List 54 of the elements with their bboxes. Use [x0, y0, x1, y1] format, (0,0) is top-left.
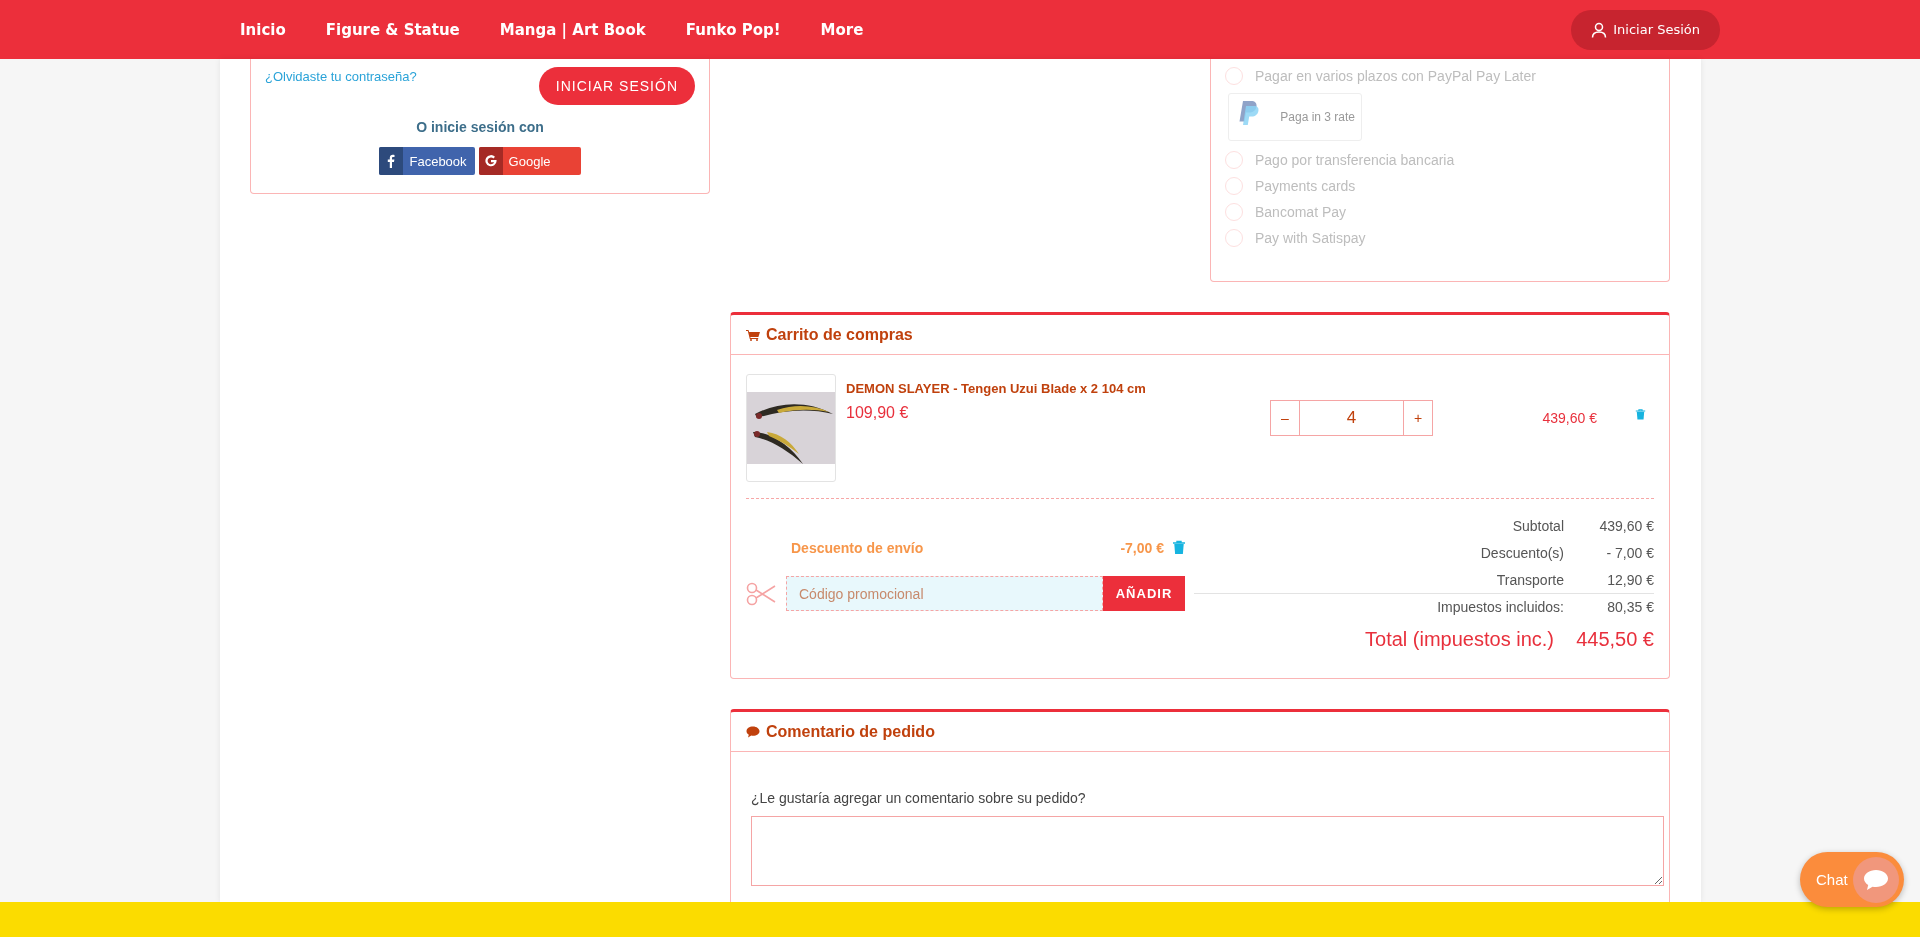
trash-icon: [1172, 539, 1186, 556]
social-login-prompt: O inicie sesión con: [415, 119, 545, 135]
payment-option-label: Pago por transferencia bancaria: [1255, 152, 1455, 168]
total-value: 80,35 €: [1606, 599, 1654, 615]
chat-bubble-icon: [1863, 868, 1889, 891]
nav-link[interactable]: More: [820, 20, 864, 39]
login-button[interactable]: Iniciar Sesión: [1571, 9, 1720, 50]
payment-option-label: Bancomat Pay: [1255, 204, 1347, 220]
increase-button[interactable]: +: [1403, 400, 1433, 436]
g-logo-icon: [483, 154, 498, 168]
discount-label: Descuento de envío: [791, 539, 925, 556]
google-button[interactable]: Google: [478, 147, 581, 175]
comment-title: Comentario de pedido: [746, 722, 935, 741]
total-label: Impuestos incluidos:: [1437, 599, 1564, 615]
product-price: 109,90 €: [846, 404, 910, 422]
speech-bubble-icon: [746, 725, 760, 738]
f-logo-icon: [387, 154, 396, 168]
facebook-button[interactable]: Facebook: [379, 147, 475, 175]
comment-question: ¿Le gustaría agregar un comentario sobre su pedido?: [751, 790, 1087, 806]
delete-button[interactable]: [1635, 408, 1646, 421]
payment-option-label: Pay with Satispay: [1255, 230, 1366, 246]
quantity-field[interactable]: 4: [1300, 400, 1403, 436]
decrease-button[interactable]: –: [1270, 400, 1300, 436]
payment-option-label: Pagar en varios plazos con PayPal Pay Later: [1255, 68, 1536, 84]
p-logo-icon: [1237, 100, 1259, 128]
nav-link[interactable]: Figure & Statue: [325, 20, 460, 39]
promo-code-field[interactable]: Código promocional: [786, 576, 1103, 611]
total-label: Subtotal: [1512, 517, 1564, 534]
total-label: Descuento(s): [1480, 544, 1564, 561]
total-value: - 7,00 €: [1605, 544, 1654, 561]
paypal-badge: Paga in 3 rate: [1228, 93, 1362, 141]
remove-discount-button[interactable]: [1172, 539, 1186, 556]
product-name[interactable]: DEMON SLAYER - Tengen Uzui Blade x 2 104 cm: [846, 381, 1270, 396]
login-submit-button[interactable]: INICIAR SESIÓN: [538, 67, 695, 105]
comment-field[interactable]: [751, 816, 1664, 886]
total-value: 12,90 €: [1606, 571, 1654, 588]
total-value: 439,60 €: [1598, 517, 1654, 534]
cart-title: Carrito de compras: [746, 325, 913, 344]
scissors-icon: [746, 581, 776, 606]
total-label: Transporte: [1496, 571, 1564, 588]
discount-amount: -7,00 €: [1120, 539, 1164, 556]
chat-button[interactable]: Chat: [1800, 852, 1904, 907]
nav-link[interactable]: Manga | Art Book: [499, 20, 646, 39]
add-promo-button[interactable]: AÑADIR: [1103, 576, 1185, 611]
user-icon: [1591, 21, 1608, 38]
nav-link[interactable]: Inicio: [240, 20, 286, 39]
cart-icon: [746, 328, 760, 341]
total-value: 445,50 €: [1575, 627, 1654, 651]
line-total: 439,60 €: [1541, 410, 1597, 426]
payment-option-label: Payments cards: [1255, 178, 1356, 194]
trash-icon: [1635, 408, 1646, 421]
nav-link[interactable]: Funko Pop!: [685, 20, 781, 39]
forgot-password-link[interactable]: ¿Olvidaste tu contraseña?: [265, 69, 417, 84]
total-label: Total (impuestos inc.): [1365, 627, 1554, 651]
